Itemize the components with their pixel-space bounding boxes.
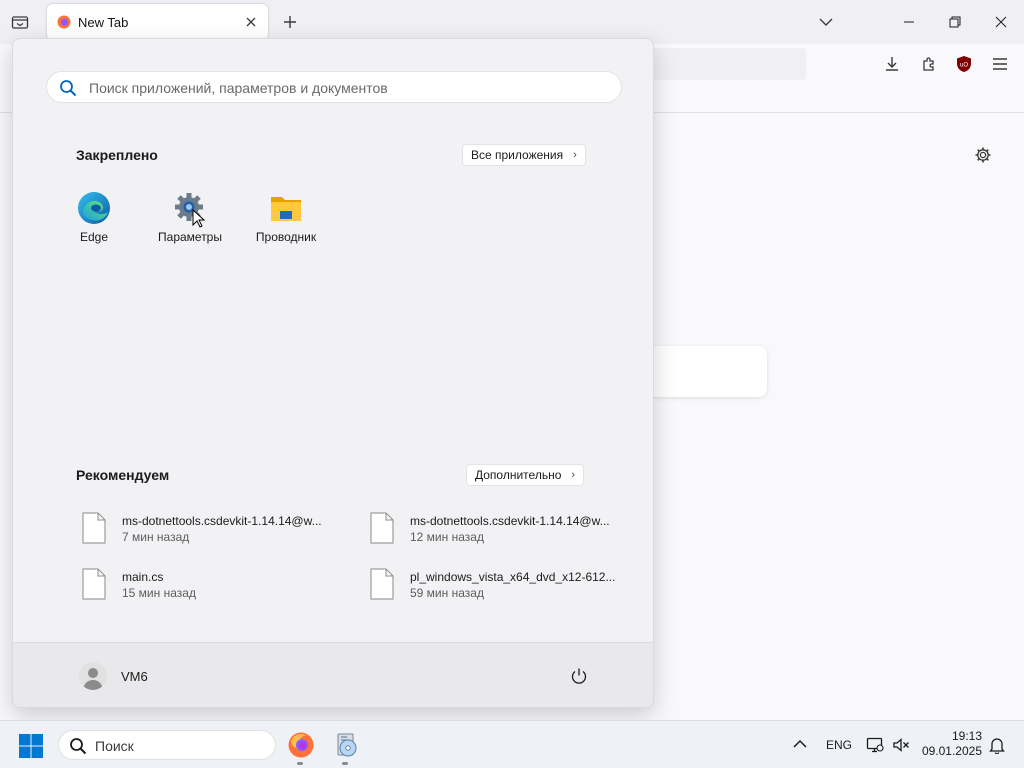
recommended-section-title: Рекомендуем <box>76 467 170 483</box>
network-monitor-icon[interactable] <box>865 735 885 755</box>
document-file-icon <box>82 512 106 544</box>
show-hidden-icons-chevron-up-icon[interactable] <box>791 735 809 753</box>
browser-tab[interactable]: New Tab <box>47 4 268 40</box>
mouse-cursor-icon <box>192 209 206 228</box>
newtab-settings-gear-icon[interactable] <box>972 144 994 166</box>
start-menu-footer: VM6 <box>13 642 653 707</box>
newtab-content-card <box>640 346 767 397</box>
pinned-app-label: Параметры <box>158 230 222 244</box>
firefox-favicon-icon <box>57 15 71 29</box>
volume-muted-icon[interactable] <box>891 735 911 755</box>
recommended-item-name: ms-dotnettools.csdevkit-1.14.14@w... <box>122 514 322 528</box>
url-bar[interactable] <box>640 48 806 80</box>
user-name[interactable]: VM6 <box>121 669 148 684</box>
input-language-indicator[interactable]: ENG <box>826 738 852 752</box>
search-icon <box>59 79 77 97</box>
pinned-section-title: Закреплено <box>76 147 158 163</box>
start-search-box[interactable] <box>46 71 622 103</box>
recommended-item[interactable]: ms-dotnettools.csdevkit-1.14.14@w... 7 м… <box>82 512 342 552</box>
firefox-icon <box>288 732 314 758</box>
taskbar-clock[interactable]: 19:13 09.01.2025 <box>918 729 982 759</box>
taskbar-firefox[interactable] <box>287 731 315 765</box>
user-icon <box>83 668 103 690</box>
tab-close-icon[interactable] <box>242 13 260 31</box>
recommended-item[interactable]: ms-dotnettools.csdevkit-1.14.14@w... 12 … <box>370 512 630 552</box>
new-tab-plus-icon[interactable] <box>280 12 300 32</box>
pinned-app-label: Проводник <box>255 230 317 244</box>
pinned-app-settings[interactable]: Параметры <box>144 191 234 255</box>
svg-text:uO: uO <box>960 63 968 69</box>
running-indicator <box>297 762 303 765</box>
clock-date: 09.01.2025 <box>921 744 982 758</box>
edge-icon <box>77 191 111 225</box>
avatar[interactable] <box>79 662 107 690</box>
hamburger-menu-icon[interactable] <box>990 54 1010 74</box>
recommended-item-time: 12 мин назад <box>410 530 484 544</box>
recommended-item-time: 15 мин назад <box>122 586 196 600</box>
power-icon[interactable] <box>569 666 589 686</box>
extensions-puzzle-icon[interactable] <box>919 54 939 74</box>
more-button[interactable]: Дополнительно › <box>466 464 585 486</box>
running-indicator <box>342 762 348 765</box>
taskbar-installer[interactable] <box>332 731 360 765</box>
tab-title: New Tab <box>78 15 129 30</box>
taskbar: Поиск ENG 19:13 09.01.2025 <box>0 720 1024 768</box>
recommended-item-name: ms-dotnettools.csdevkit-1.14.14@w... <box>410 514 610 528</box>
document-file-icon <box>82 568 106 600</box>
all-apps-button[interactable]: Все приложения › <box>462 144 586 166</box>
window-restore-icon[interactable] <box>941 8 969 36</box>
window-close-icon[interactable] <box>987 8 1015 36</box>
taskbar-search-label: Поиск <box>95 738 134 754</box>
start-menu: Закреплено Все приложения › Edge <box>12 38 654 708</box>
taskbar-search-box[interactable]: Поиск <box>58 730 276 760</box>
clock-time: 19:13 <box>951 729 982 743</box>
document-file-icon <box>370 512 394 544</box>
ublock-origin-icon[interactable]: uO <box>954 54 974 74</box>
recommended-item[interactable]: pl_windows_vista_x64_dvd_x12-612... 59 м… <box>370 568 630 608</box>
recommended-item-name: pl_windows_vista_x64_dvd_x12-612... <box>410 570 616 584</box>
pinned-app-label: Edge <box>79 230 109 244</box>
pinned-app-file-explorer[interactable]: Проводник <box>240 191 330 255</box>
tab-list-icon[interactable] <box>8 10 32 34</box>
start-search-input[interactable] <box>89 78 609 98</box>
recommended-item-time: 59 мин назад <box>410 586 484 600</box>
installer-disc-icon <box>337 733 357 757</box>
list-all-tabs-chevron-icon[interactable] <box>816 12 836 32</box>
pinned-app-edge[interactable]: Edge <box>48 191 138 255</box>
windows-start-icon[interactable] <box>18 733 44 759</box>
notification-bell-icon[interactable] <box>987 735 1007 755</box>
recommended-item[interactable]: main.cs 15 мин назад <box>82 568 342 608</box>
search-icon <box>69 737 87 755</box>
all-apps-label: Все приложения <box>471 148 564 162</box>
chevron-right-icon: › <box>571 469 576 481</box>
window-minimize-icon[interactable] <box>895 8 923 36</box>
recommended-item-time: 7 мин назад <box>122 530 190 544</box>
file-explorer-icon <box>269 191 303 225</box>
recommended-item-name: main.cs <box>122 570 164 584</box>
document-file-icon <box>370 568 394 600</box>
more-label: Дополнительно <box>475 468 562 482</box>
chevron-right-icon: › <box>573 149 577 161</box>
downloads-icon[interactable] <box>882 54 902 74</box>
